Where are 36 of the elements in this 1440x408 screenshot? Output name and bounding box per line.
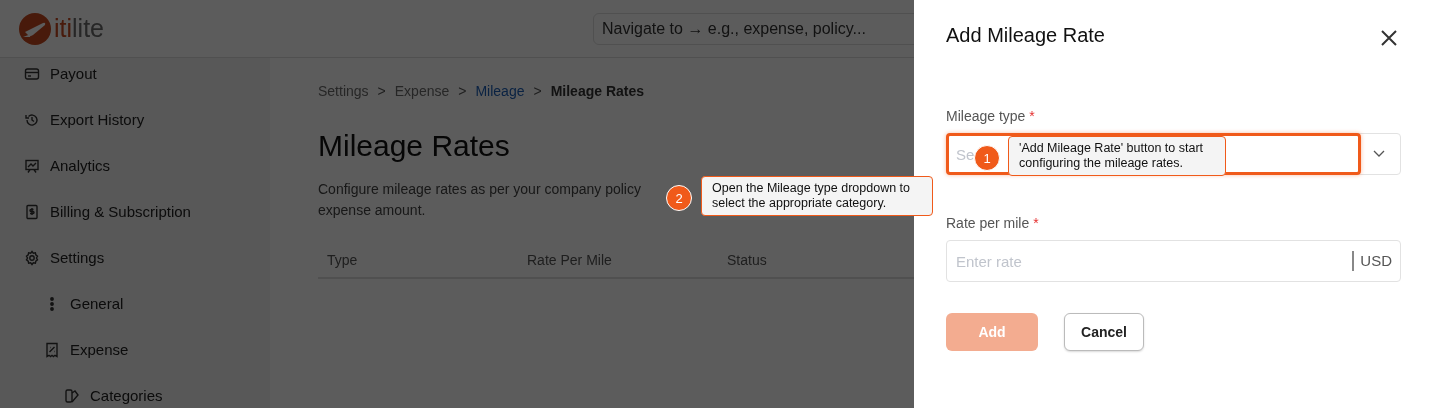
chart-icon (24, 158, 40, 174)
breadcrumb-separator: > (458, 83, 467, 99)
sidebar-item[interactable]: Export History (0, 104, 270, 150)
settings-icon (24, 250, 40, 266)
tag-icon (64, 388, 80, 404)
description-text: expense amount. (318, 201, 426, 220)
field-label: Mileage type * (946, 108, 1036, 124)
card-icon (24, 66, 40, 82)
history-icon (24, 112, 40, 128)
sidebar-item[interactable]: General (0, 288, 270, 334)
close-icon[interactable] (1381, 30, 1397, 46)
column-header: Status (727, 252, 767, 268)
breadcrumb-separator: > (533, 83, 542, 99)
tour-tooltip: Open the Mileage type dropdown to select the appropriate category. (701, 176, 933, 216)
sidebar-item[interactable]: Analytics (0, 150, 270, 196)
sidebar-item[interactable]: Categories (0, 380, 270, 408)
column-header: Type (327, 252, 358, 268)
chevron-down-icon (1373, 150, 1385, 158)
breadcrumb-separator: > (377, 83, 386, 99)
plane-logo-icon (19, 12, 51, 45)
description-text: Configure mileage rates as per your company policy (318, 180, 641, 199)
breadcrumb-link[interactable]: Mileage (475, 83, 525, 99)
tour-tooltip: 'Add Mileage Rate' button to start configuring the mileage rates. (1008, 136, 1226, 176)
receipt-icon (44, 342, 60, 358)
sidebar-item[interactable]: Expense (0, 334, 270, 380)
sidebar-item[interactable]: Settings (0, 242, 270, 288)
currency-suffix: USD (1352, 251, 1392, 271)
page-title: Mileage Rates (318, 129, 510, 163)
breadcrumb-current: Mileage Rates (550, 83, 645, 99)
field-label: Rate per mile * (946, 215, 1040, 231)
column-header: Rate Per Mile (527, 252, 612, 268)
drawer-title: Add Mileage Rate (946, 23, 1105, 47)
sidebar-item[interactable]: Billing & Subscription (0, 196, 270, 242)
receipt-icon (24, 204, 40, 220)
cancel-button[interactable]: Cancel (1064, 313, 1144, 351)
sidebar-item[interactable]: Payout (0, 58, 270, 104)
